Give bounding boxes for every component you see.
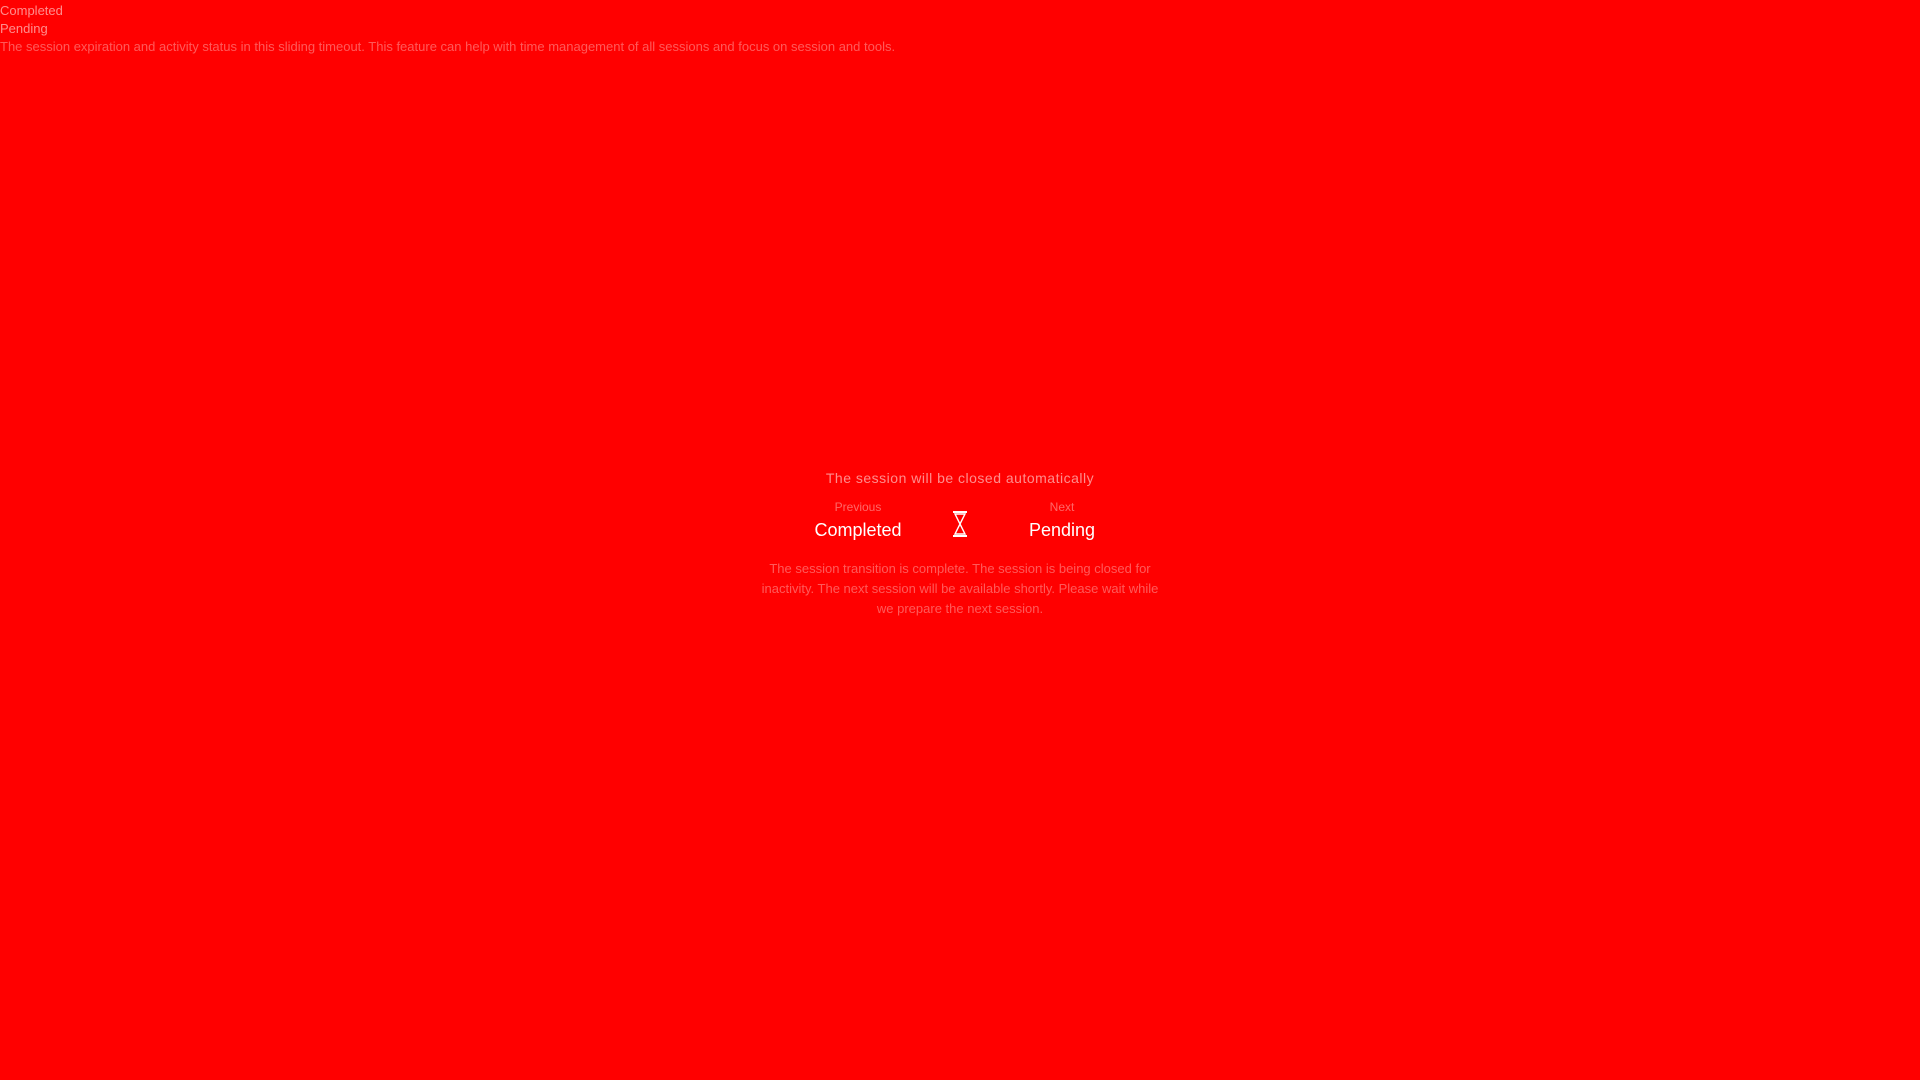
previous-label: Previous <box>834 500 882 514</box>
background-text-block: Completed Pending The session expiration… <box>0 2 1300 56</box>
next-status: Pending <box>1028 520 1096 540</box>
previous-status: Completed <box>814 520 902 540</box>
status-row: Previous Completed Next Pending <box>740 500 1180 541</box>
next-status-block: Next Pending <box>1002 500 1122 541</box>
bg-line-description: The session expiration and activity stat… <box>0 39 896 54</box>
panel-title: The session will be closed automatically <box>825 470 1095 486</box>
hourglass-icon <box>953 510 967 537</box>
previous-status-block: Previous Completed <box>798 500 918 541</box>
panel-description: The session transition is complete. The … <box>761 561 1159 616</box>
bg-line-pending: Pending <box>0 21 48 36</box>
session-status-panel: The session will be closed automatically… <box>740 470 1180 619</box>
next-label: Next <box>1049 500 1075 514</box>
bg-line-completed: Completed <box>0 3 63 18</box>
